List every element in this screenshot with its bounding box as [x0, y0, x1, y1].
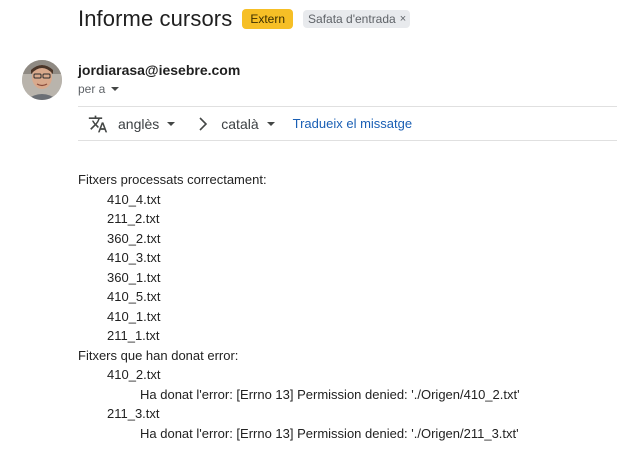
- translate-message-link[interactable]: Tradueix el missatge: [293, 116, 412, 131]
- list-item: 211_2.txt: [107, 211, 160, 226]
- error-file: 410_2.txt: [107, 367, 161, 382]
- list-item: 211_1.txt: [107, 328, 160, 343]
- list-item: 410_1.txt: [107, 308, 161, 324]
- subject-row: Informe cursors Extern Safata d'entrada …: [78, 2, 411, 36]
- email-subject: Informe cursors: [78, 6, 233, 31]
- list-item: 410_4.txt: [107, 191, 161, 207]
- source-language-label: anglès: [118, 115, 160, 132]
- source-language-dropdown[interactable]: anglès: [118, 115, 176, 132]
- email-body: Fitxers processats correctament: 410_4.t…: [78, 170, 520, 443]
- target-language-dropdown[interactable]: català: [221, 115, 275, 132]
- extern-label: Extern: [242, 9, 294, 29]
- list-item: 410_5.txt: [107, 289, 161, 304]
- chevron-down-icon: [111, 87, 120, 91]
- list-item: 360_1.txt: [107, 269, 161, 285]
- translate-bar: anglès català Tradueix el missatge: [78, 106, 617, 141]
- recipients-label: per a: [78, 82, 106, 96]
- list-item: 360_2.txt: [107, 230, 161, 246]
- recipients-toggle[interactable]: per a: [78, 82, 120, 96]
- error-header: Fitxers que han donat error:: [78, 347, 239, 363]
- inbox-label-text: Safata d'entrada: [308, 12, 396, 26]
- translate-icon: [88, 115, 108, 132]
- error-message: Ha donat l'error: [Errno 13] Permission …: [140, 425, 519, 441]
- target-language-label: català: [221, 115, 259, 132]
- sender-email[interactable]: jordiarasa@iesebre.com: [78, 62, 240, 78]
- email-view: Informe cursors Extern Safata d'entrada …: [0, 0, 617, 469]
- avatar-photo: [22, 60, 62, 100]
- remove-label-icon[interactable]: ×: [400, 12, 406, 26]
- success-header: Fitxers processats correctament:: [78, 172, 267, 187]
- list-item: 410_3.txt: [107, 250, 161, 265]
- error-file: 211_3.txt: [107, 406, 160, 421]
- chevron-down-icon: [167, 121, 176, 126]
- chevron-right-icon: [199, 116, 208, 131]
- chevron-down-icon: [266, 121, 275, 126]
- error-message: Ha donat l'error: [Errno 13] Permission …: [140, 386, 520, 402]
- inbox-label[interactable]: Safata d'entrada ×: [303, 10, 411, 28]
- avatar[interactable]: [22, 60, 62, 100]
